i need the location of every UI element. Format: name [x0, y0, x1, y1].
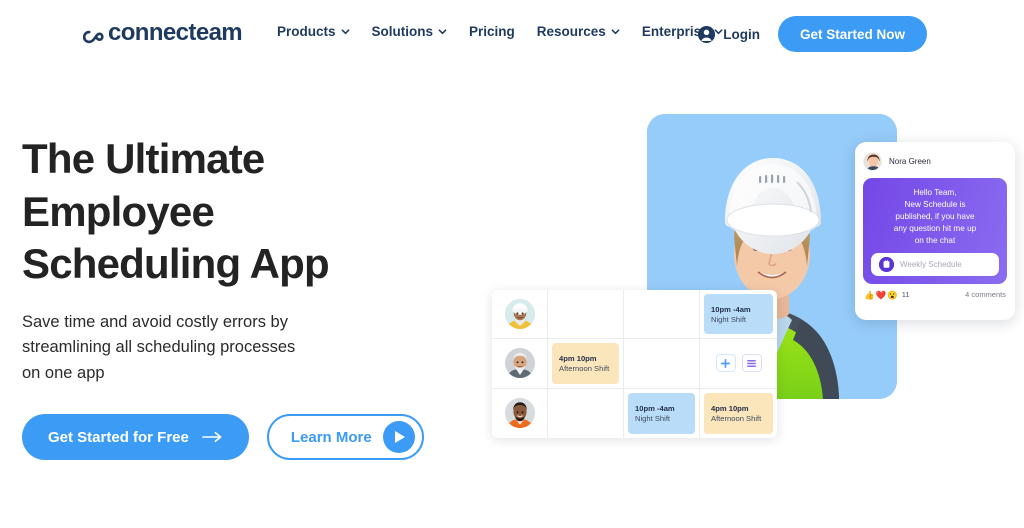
- connecteam-logo[interactable]: connecteam: [82, 19, 243, 46]
- logo-wordmark: connecteam: [108, 19, 243, 46]
- infinity-logo-icon: [82, 26, 107, 44]
- shift-name: Night Shift: [711, 314, 747, 324]
- shift-chip-afternoon: 4pm 10pm Afternoon Shift: [552, 343, 619, 384]
- shift-name: Night Shift: [635, 413, 671, 423]
- attachment-weekly-schedule[interactable]: Weekly Schedule: [871, 253, 999, 277]
- hero-subtitle: Save time and avoid costly errors by str…: [22, 312, 296, 382]
- comments-count[interactable]: 4 comments: [965, 290, 1006, 299]
- header-actions: Login Get Started Now: [697, 16, 927, 52]
- chat-message-card: Nora Green Hello Team, New Schedule is p…: [855, 142, 1015, 320]
- attachment-label: Weekly Schedule: [900, 260, 962, 270]
- hero-visual: Nora Green Hello Team, New Schedule is p…: [470, 100, 1024, 460]
- schedule-cell-empty[interactable]: [548, 388, 624, 438]
- login-label: Login: [723, 26, 760, 42]
- user-circle-icon: [698, 25, 716, 43]
- avatar: [504, 299, 535, 330]
- shift-time: 4pm 10pm: [711, 403, 749, 413]
- hero-cta-row: Get Started for Free Learn More: [22, 414, 424, 461]
- nav-label: Resources: [536, 24, 606, 39]
- shift-time: 10pm -4am: [635, 403, 675, 413]
- shift-chip-night: 10pm -4am Night Shift: [704, 294, 773, 335]
- play-icon: [382, 421, 415, 454]
- table-row-avatar: [492, 339, 548, 389]
- schedule-cell-shift[interactable]: 4pm 10pm Afternoon Shift: [700, 389, 777, 438]
- schedule-cell-shift[interactable]: 10pm -4am Night Shift: [624, 388, 700, 438]
- get-started-now-button[interactable]: Get Started Now: [777, 16, 927, 52]
- page-title: The Ultimate Employee Scheduling App: [22, 135, 330, 287]
- schedule-cell-actions: [700, 339, 777, 389]
- main-navigation: Products Solutions Pricing Resources Ent…: [277, 24, 723, 39]
- shift-time: 10pm -4am: [711, 304, 751, 314]
- nav-item-products[interactable]: Products: [277, 24, 350, 39]
- thumbs-up-icon: 👍: [864, 289, 875, 300]
- shift-name: Afternoon Shift: [711, 413, 762, 423]
- learn-more-button[interactable]: Learn More: [266, 414, 424, 461]
- table-row-avatar: [492, 290, 548, 340]
- list-icon: [747, 360, 756, 367]
- reaction-count: 11: [901, 290, 910, 300]
- chat-header: Nora Green: [863, 150, 1007, 172]
- calendar-icon: [879, 257, 894, 273]
- plus-icon: [721, 358, 730, 368]
- schedule-cell-empty[interactable]: [548, 290, 624, 340]
- schedule-cell-shift[interactable]: 4pm 10pm Afternoon Shift: [548, 339, 624, 389]
- shift-chip-afternoon: 4pm 10pm Afternoon Shift: [704, 392, 773, 434]
- primary-cta-label: Get Started for Free: [48, 428, 189, 446]
- avatar: [504, 398, 535, 429]
- hero-copy: The Ultimate Employee Scheduling App Sav…: [22, 133, 424, 461]
- surprised-face-icon: 😮: [887, 289, 898, 300]
- get-started-for-free-button[interactable]: Get Started for Free: [22, 414, 249, 461]
- nav-label: Pricing: [469, 24, 515, 39]
- nav-label: Products: [277, 24, 336, 39]
- login-link[interactable]: Login: [697, 25, 760, 44]
- nav-label: Solutions: [371, 24, 434, 39]
- chevron-down-icon: [341, 29, 349, 35]
- schedule-cell-shift[interactable]: 10pm -4am Night Shift: [700, 290, 777, 340]
- cell-action-buttons: [715, 354, 762, 373]
- avatar: [863, 151, 882, 171]
- shift-name: Afternoon Shift: [559, 363, 610, 373]
- shift-time: 4pm 10pm: [559, 353, 597, 363]
- site-header: connecteam Products Solutions Pricing Re…: [0, 0, 1024, 67]
- avatar: [504, 348, 535, 379]
- schedule-cell-empty[interactable]: [624, 339, 700, 389]
- shift-chip-night: 10pm -4am Night Shift: [628, 392, 695, 434]
- nav-item-solutions[interactable]: Solutions: [372, 24, 448, 39]
- arrow-right-icon: [202, 432, 222, 443]
- schedule-grid: 10pm -4am Night Shift 4pm 10pm Afternoon…: [492, 290, 777, 438]
- nav-item-pricing[interactable]: Pricing: [469, 24, 515, 39]
- chat-bubble: Hello Team, New Schedule is published, i…: [863, 178, 1007, 285]
- chat-author-name: Nora Green: [889, 156, 931, 166]
- chevron-down-icon: [438, 29, 447, 35]
- secondary-cta-label: Learn More: [290, 428, 372, 446]
- schedule-cell-empty[interactable]: [624, 290, 700, 340]
- chat-footer: 👍 ❤️ 😮 11 4 comments: [863, 290, 1007, 299]
- shift-menu-button[interactable]: [741, 354, 762, 373]
- chevron-down-icon: [611, 29, 620, 35]
- table-row-avatar: [492, 388, 548, 438]
- add-shift-button[interactable]: [715, 354, 736, 373]
- landing-page: connecteam Products Solutions Pricing Re…: [0, 0, 1024, 528]
- chat-message-text: Hello Team, New Schedule is published, i…: [893, 188, 977, 245]
- heart-icon: ❤️: [875, 289, 887, 300]
- reactions-group[interactable]: 👍 ❤️ 😮 11: [864, 290, 910, 299]
- nav-item-resources[interactable]: Resources: [537, 24, 620, 39]
